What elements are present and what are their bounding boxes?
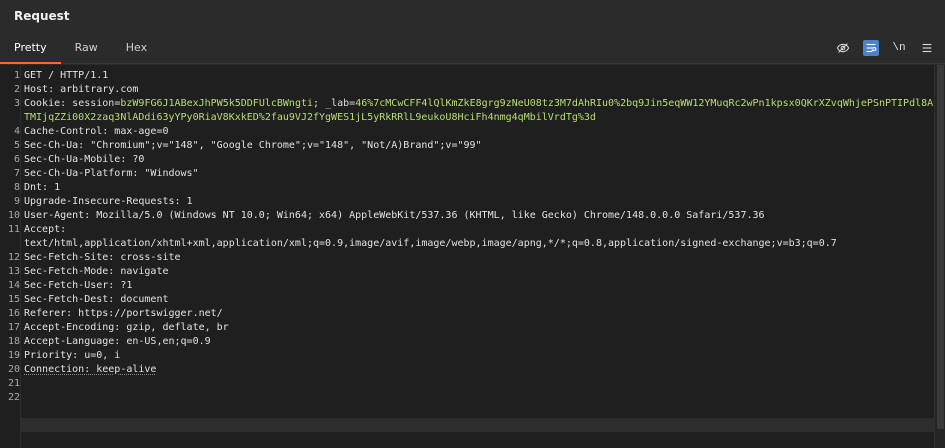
code-line-15: 15 Sec-Fetch-Dest: document xyxy=(8,293,934,307)
newline-icon[interactable]: \n xyxy=(891,40,907,56)
session-cookie-value: bzW9FG6J1ABexJhPW5k5DDFUlcBWngti xyxy=(120,98,314,109)
vertical-scrollbar[interactable] xyxy=(934,65,945,448)
code-line-3: 3 Cookie: session=bzW9FG6J1ABexJhPW5k5DD… xyxy=(14,97,934,125)
code-line-9: 9 Upgrade-Insecure-Requests: 1 xyxy=(14,195,934,209)
line-number: 8 xyxy=(13,182,20,193)
line-text[interactable]: Host: arbitrary.com xyxy=(24,84,138,95)
menu-icon[interactable] xyxy=(919,40,935,56)
line-number: 16 xyxy=(7,308,20,319)
code-line-19: 19 Priority: u=0, i xyxy=(8,349,934,363)
code-line-12: 12 Sec-Fetch-Site: cross-site xyxy=(8,251,934,265)
cookie-line[interactable]: Cookie: session=bzW9FG6J1ABexJhPW5k5DDFU… xyxy=(24,98,933,123)
line-text[interactable]: Sec-Fetch-Mode: navigate xyxy=(24,266,169,277)
line-number: 20 xyxy=(7,364,20,375)
line-number: 11 xyxy=(7,224,20,235)
line-number: 22 xyxy=(7,392,20,403)
line-number: 15 xyxy=(7,294,20,305)
line-number: 4 xyxy=(13,126,20,137)
line-number: 7 xyxy=(13,168,20,179)
request-code[interactable]: 1 GET / HTTP/1.1 2 Host: arbitrary.com 3… xyxy=(8,69,934,448)
code-line-2: 2 Host: arbitrary.com xyxy=(14,83,934,97)
line-text[interactable]: Upgrade-Insecure-Requests: 1 xyxy=(24,196,193,207)
line-text[interactable]: Connection: keep-alive xyxy=(24,364,156,375)
line-number: 5 xyxy=(13,140,20,151)
line-number: 9 xyxy=(13,196,20,207)
line-number: 1 xyxy=(13,70,20,81)
code-line-14: 14 Sec-Fetch-User: ?1 xyxy=(8,279,934,293)
line-number: 18 xyxy=(7,336,20,347)
line-text[interactable]: Dnt: 1 xyxy=(24,182,60,193)
line-text[interactable]: Sec-Fetch-User: ?1 xyxy=(24,280,132,291)
panel-header: Request xyxy=(0,0,945,32)
session-cookie-name: session xyxy=(72,98,115,109)
code-line-5: 5 Sec-Ch-Ua: "Chromium";v="148", "Google… xyxy=(14,139,934,153)
code-line-7: 7 Sec-Ch-Ua-Platform: "Windows" xyxy=(14,167,934,181)
toolbar: \n xyxy=(835,32,935,63)
line-text[interactable]: Cache-Control: max-age=0 xyxy=(24,126,169,137)
panel-title: Request xyxy=(14,9,70,23)
line-number: 10 xyxy=(7,210,20,221)
line-number: 19 xyxy=(7,350,20,361)
line-text[interactable]: Sec-Fetch-Site: cross-site xyxy=(24,252,181,263)
scroll-thumb[interactable] xyxy=(937,65,944,429)
line-number: 13 xyxy=(7,266,20,277)
line-text[interactable]: Accept-Encoding: gzip, deflate, br xyxy=(24,322,229,333)
line-text[interactable]: GET / HTTP/1.1 xyxy=(24,70,108,81)
request-panel: Request Pretty Raw Hex \n 1 GET / HTTP/1… xyxy=(0,0,945,448)
visibility-off-icon[interactable] xyxy=(835,40,851,56)
newline-label: \n xyxy=(892,41,906,54)
code-line-4: 4 Cache-Control: max-age=0 xyxy=(14,125,934,139)
code-line-21: 21 xyxy=(8,377,934,391)
code-line-11: 11 Accept: text/html,application/xhtml+x… xyxy=(8,223,934,251)
code-line-13: 13 Sec-Fetch-Mode: navigate xyxy=(8,265,934,279)
code-line-10: 10 User-Agent: Mozilla/5.0 (Windows NT 1… xyxy=(8,209,934,223)
line-text[interactable]: Sec-Ch-Ua-Platform: "Windows" xyxy=(24,168,199,179)
cookie-header: Cookie: xyxy=(24,98,73,109)
line-text[interactable]: Accept: text/html,application/xhtml+xml,… xyxy=(24,224,837,249)
tab-raw[interactable]: Raw xyxy=(61,32,112,63)
line-text[interactable]: Sec-Ch-Ua: "Chromium";v="148", "Google C… xyxy=(24,140,482,151)
line-text[interactable]: Referer: https://portswigger.net/ xyxy=(24,308,223,319)
code-line-22: 22 xyxy=(8,391,934,405)
line-text[interactable]: Sec-Fetch-Dest: document xyxy=(24,294,169,305)
line-text[interactable]: Sec-Ch-Ua-Mobile: ?0 xyxy=(24,154,144,165)
code-line-17: 17 Accept-Encoding: gzip, deflate, br xyxy=(8,321,934,335)
line-text[interactable]: User-Agent: Mozilla/5.0 (Windows NT 10.0… xyxy=(24,210,765,221)
line-number: 14 xyxy=(7,280,20,291)
line-number: 2 xyxy=(13,84,20,95)
wrap-lines-icon[interactable] xyxy=(863,39,879,56)
lab-cookie-name: _lab xyxy=(325,98,350,109)
code-line-18: 18 Accept-Language: en-US,en;q=0.9 xyxy=(8,335,934,349)
tab-list: Pretty Raw Hex xyxy=(0,32,161,64)
line-number: 3 xyxy=(13,98,20,109)
line-text[interactable]: Priority: u=0, i xyxy=(24,350,120,361)
request-tabs: Pretty Raw Hex \n xyxy=(0,32,945,64)
line-number: 17 xyxy=(7,322,20,333)
line-number: 21 xyxy=(7,378,20,389)
tab-hex[interactable]: Hex xyxy=(112,32,161,63)
line-text[interactable]: Accept-Language: en-US,en;q=0.9 xyxy=(24,336,211,347)
code-line-6: 6 Sec-Ch-Ua-Mobile: ?0 xyxy=(14,153,934,167)
line-number: 6 xyxy=(13,154,20,165)
code-line-16: 16 Referer: https://portswigger.net/ xyxy=(8,307,934,321)
tab-pretty[interactable]: Pretty xyxy=(0,32,61,64)
request-editor[interactable]: 1 GET / HTTP/1.1 2 Host: arbitrary.com 3… xyxy=(0,65,945,448)
code-line-8: 8 Dnt: 1 xyxy=(14,181,934,195)
line-number: 12 xyxy=(7,252,20,263)
code-line-20: 20 Connection: keep-alive xyxy=(8,363,934,377)
cookie-separator: ; xyxy=(313,98,326,109)
code-line-1: 1 GET / HTTP/1.1 xyxy=(14,69,934,83)
